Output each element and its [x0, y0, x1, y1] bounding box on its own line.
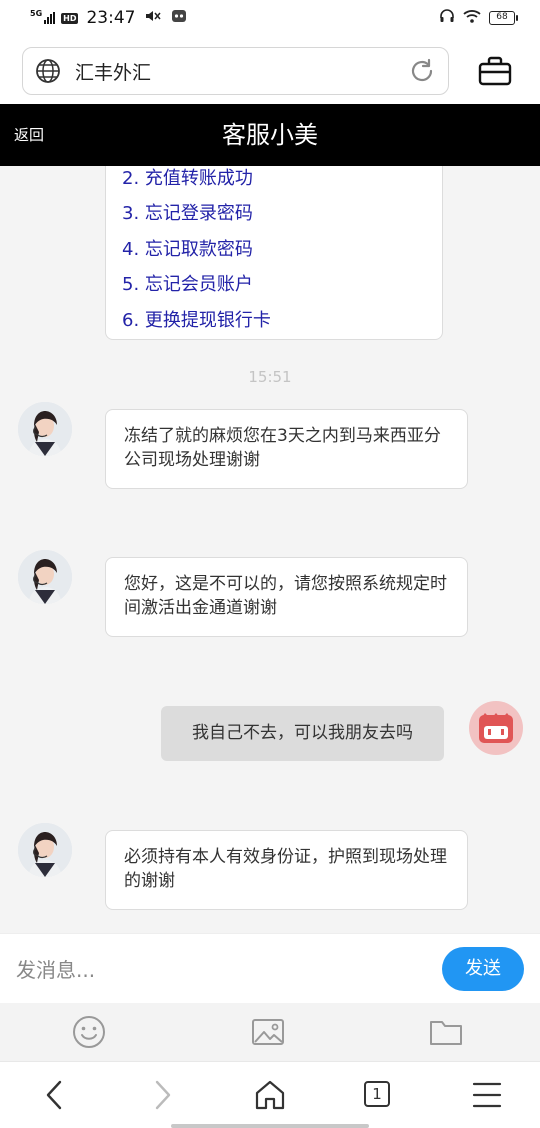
agent-message-bubble: 您好，这是不可以的，请您按照系统规定时间激活出金通道谢谢: [105, 557, 468, 637]
user-avatar: [469, 701, 523, 755]
agent-avatar: [18, 823, 72, 877]
briefcase-icon[interactable]: [478, 56, 512, 86]
message-text: 必须持有本人有效身份证，护照到现场处理的谢谢: [124, 847, 447, 891]
address-bar[interactable]: 汇丰外汇: [22, 47, 449, 95]
signal-icon: [44, 12, 56, 24]
globe-icon: [36, 59, 60, 83]
agent-avatar: [18, 550, 72, 604]
tabs-button[interactable]: 1: [364, 1081, 390, 1107]
message-input[interactable]: [16, 950, 416, 990]
composer: 发送: [0, 933, 540, 1003]
message-text: 我自己不去，可以我朋友去吗: [192, 723, 413, 743]
composer-toolbar: [0, 1003, 540, 1061]
forward-arrow-icon[interactable]: [149, 1078, 175, 1112]
address-text: 汇丰外汇: [75, 61, 152, 84]
menu-icon[interactable]: [472, 1080, 502, 1110]
battery-level: 68: [489, 11, 515, 25]
gesture-bar: [171, 1124, 369, 1128]
headphones-icon: [439, 8, 455, 28]
battery-icon: 68: [489, 11, 518, 25]
browser-nav-bar: 1: [0, 1061, 540, 1128]
browser-address-area: 汇丰外汇: [0, 36, 540, 104]
agent-avatar: [18, 402, 72, 456]
agent-message-bubble: 冻结了就的麻烦您在3天之内到马来西亚分公司现场处理谢谢: [105, 409, 468, 489]
home-icon[interactable]: [253, 1078, 287, 1112]
message-text: 冻结了就的麻烦您在3天之内到马来西亚分公司现场处理谢谢: [124, 426, 441, 470]
menu-option[interactable]: 3. 忘记登录密码: [122, 196, 426, 231]
network-type: 5G: [30, 9, 43, 18]
quick-menu-card: 2. 充值转账成功 3. 忘记登录密码 4. 忘记取款密码 5. 忘记会员账户 …: [105, 166, 443, 340]
emoji-icon[interactable]: [72, 1015, 106, 1049]
app-notification-icon: [171, 9, 187, 27]
chat-area[interactable]: 2. 充值转账成功 3. 忘记登录密码 4. 忘记取款密码 5. 忘记会员账户 …: [0, 166, 540, 933]
wifi-icon: [463, 9, 481, 27]
status-bar: 5G HD 23:47 68: [0, 0, 540, 36]
menu-option[interactable]: 6. 更换提现银行卡: [122, 303, 426, 338]
send-button[interactable]: 发送: [442, 947, 524, 991]
image-icon[interactable]: [251, 1017, 285, 1047]
menu-option[interactable]: 4. 忘记取款密码: [122, 232, 426, 267]
menu-option[interactable]: 5. 忘记会员账户: [122, 267, 426, 302]
mute-icon: [145, 9, 162, 27]
menu-option[interactable]: 2. 充值转账成功: [122, 166, 426, 196]
message-timestamp: 15:51: [248, 368, 292, 386]
agent-message-bubble: 必须持有本人有效身份证，护照到现场处理的谢谢: [105, 830, 468, 910]
folder-icon[interactable]: [429, 1017, 463, 1047]
message-text: 您好，这是不可以的，请您按照系统规定时间激活出金通道谢谢: [124, 574, 447, 618]
chat-header: 返回 客服小美: [0, 104, 540, 166]
user-message-bubble: 我自己不去，可以我朋友去吗: [161, 706, 444, 761]
page-title: 客服小美: [222, 121, 318, 149]
status-time: 23:47: [86, 8, 136, 28]
reload-icon[interactable]: [408, 57, 436, 85]
back-arrow-icon[interactable]: [42, 1078, 68, 1112]
hd-badge: HD: [61, 12, 79, 24]
